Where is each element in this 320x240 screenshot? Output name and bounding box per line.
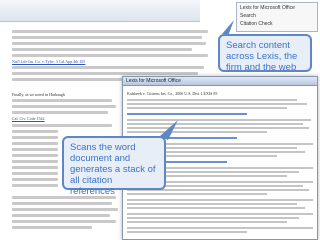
- arrow-right-icon: [160, 120, 178, 140]
- arrow-up-icon: [222, 20, 234, 36]
- callout-arrows: [160, 20, 234, 140]
